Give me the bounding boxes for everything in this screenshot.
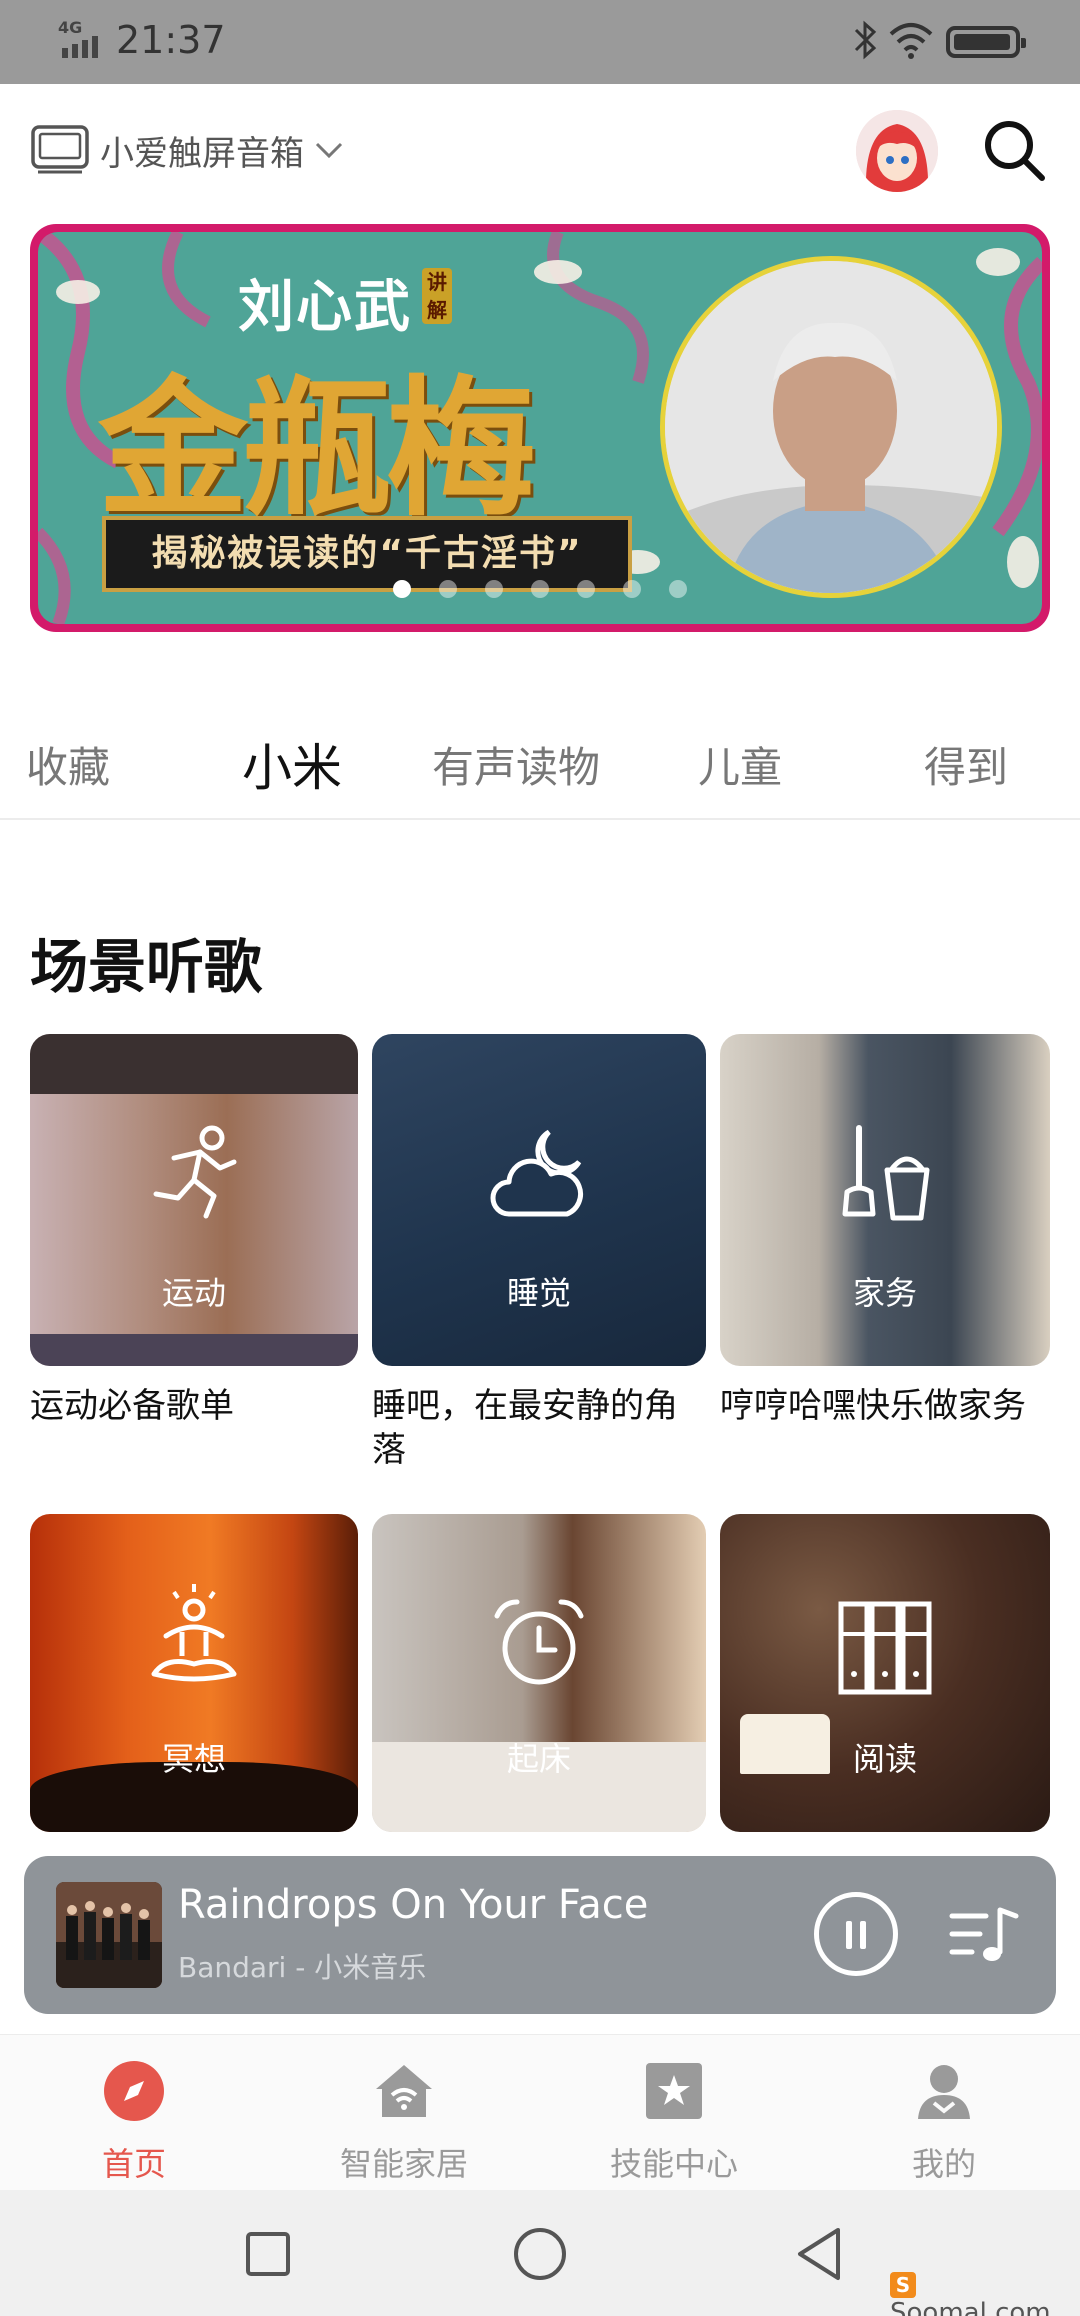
scene-caption: 哼哼哈嘿快乐做家务 xyxy=(720,1386,1026,1426)
scene-card-housework[interactable]: 家务 哼哼哈嘿快乐做家务 xyxy=(720,1034,1050,1428)
status-time: 21:37 xyxy=(116,18,226,62)
compass-icon xyxy=(104,2061,164,2121)
section-title: 场景听歌 xyxy=(30,933,263,1001)
device-name: 小爱触屏音箱 xyxy=(100,133,304,174)
watermark-text: Soomal.com xyxy=(890,2298,1051,2316)
banner-dot[interactable] xyxy=(623,580,641,598)
home-circle-icon[interactable] xyxy=(512,2226,568,2282)
smart-home-icon xyxy=(376,2065,432,2117)
search-icon[interactable] xyxy=(980,116,1048,184)
scene-card-meditation[interactable]: 冥想 xyxy=(30,1514,358,1850)
tab-favorites[interactable]: 收藏 xyxy=(26,734,110,795)
banner-dot[interactable] xyxy=(485,580,503,598)
avatar[interactable] xyxy=(856,110,938,192)
mini-player[interactable]: Raindrops On Your Face Bandari - 小米音乐 xyxy=(24,1856,1056,2014)
banner-dot[interactable] xyxy=(393,580,411,598)
scene-caption: 睡吧，在最安静的角落 xyxy=(372,1386,678,1471)
nav-smart-home[interactable]: 智能家居 xyxy=(304,2053,504,2183)
scene-card-wakeup[interactable]: 起床 xyxy=(372,1514,706,1850)
banner-subtitle: 揭秘被误读的“千古淫书” xyxy=(151,533,583,574)
song-artist: Bandari - 小米音乐 xyxy=(178,1951,427,1984)
scene-card-exercise[interactable]: 运动 运动必备歌单 xyxy=(30,1034,358,1428)
tab-xiaomi[interactable]: 小米 xyxy=(242,728,342,800)
scene-label: 阅读 xyxy=(852,1740,917,1778)
display-speaker-icon xyxy=(31,125,89,174)
status-bar: 4G 21:37 xyxy=(0,0,1080,84)
scene-label: 睡觉 xyxy=(506,1274,571,1312)
scene-image: 阅读 xyxy=(720,1514,1050,1832)
running-icon xyxy=(153,1125,237,1219)
nav-label: 首页 xyxy=(101,2145,166,2183)
scene-label: 冥想 xyxy=(161,1740,226,1778)
pause-icon xyxy=(846,1921,852,1949)
meditation-icon xyxy=(151,1584,237,1682)
banner-portrait xyxy=(660,256,1002,598)
scene-image: 家务 xyxy=(720,1034,1050,1366)
banner-author-badge: 讲解 xyxy=(422,268,452,324)
bookshelf-icon xyxy=(838,1601,932,1695)
tab-dedao[interactable]: 得到 xyxy=(924,734,1008,795)
nav-label: 智能家居 xyxy=(339,2145,468,2183)
pause-icon xyxy=(860,1921,866,1949)
wifi-icon xyxy=(889,23,933,59)
bluetooth-icon xyxy=(854,20,877,60)
banner-pagination xyxy=(38,580,1042,598)
battery-icon xyxy=(946,26,1026,58)
nav-label: 我的 xyxy=(911,2145,976,2183)
banner-title: 金瓶梅 xyxy=(98,361,536,537)
skill-star-icon xyxy=(646,2063,702,2119)
banner-dot[interactable] xyxy=(531,580,549,598)
scene-image: 冥想 xyxy=(30,1514,358,1832)
nav-home[interactable]: 首页 xyxy=(34,2053,234,2183)
back-icon[interactable] xyxy=(792,2226,848,2282)
bottom-nav: 首页 智能家居 技能中心 我的 xyxy=(0,2034,1080,2190)
banner-background: 刘心武 讲解 金瓶梅 揭秘被误读的“千古淫书” xyxy=(38,232,1042,624)
scene-image: 起床 xyxy=(372,1514,706,1832)
promo-banner[interactable]: 刘心武 讲解 金瓶梅 揭秘被误读的“千古淫书” xyxy=(30,224,1050,632)
pause-button[interactable] xyxy=(814,1892,898,1976)
album-art[interactable] xyxy=(56,1882,162,1988)
tab-audiobooks[interactable]: 有声读物 xyxy=(432,734,600,795)
alarm-clock-icon xyxy=(494,1599,584,1685)
playlist-icon[interactable] xyxy=(946,1896,1022,1972)
moon-cloud-icon xyxy=(490,1129,584,1217)
tab-children[interactable]: 儿童 xyxy=(698,734,782,795)
nav-label: 技能中心 xyxy=(609,2145,738,2183)
banner-dot[interactable] xyxy=(669,580,687,598)
banner-dot[interactable] xyxy=(577,580,595,598)
nav-skills[interactable]: 技能中心 xyxy=(574,2053,774,2183)
scene-image: 睡觉 xyxy=(372,1034,706,1366)
recent-apps-icon[interactable] xyxy=(240,2226,296,2282)
scene-label: 运动 xyxy=(161,1274,226,1312)
nav-profile[interactable]: 我的 xyxy=(844,2053,1044,2183)
scene-label: 家务 xyxy=(852,1274,917,1312)
profile-icon xyxy=(918,2065,970,2119)
scene-caption: 运动必备歌单 xyxy=(30,1386,234,1426)
device-selector[interactable]: 小爱触屏音箱 xyxy=(30,118,344,182)
watermark-logo: S xyxy=(890,2272,916,2298)
banner-dot[interactable] xyxy=(439,580,457,598)
chevron-down-icon xyxy=(315,142,343,159)
category-tabs: 收藏 小米 有声读物 儿童 得到 xyxy=(0,710,1080,820)
scene-label: 起床 xyxy=(506,1740,571,1778)
scene-image: 运动 xyxy=(30,1034,358,1366)
song-title: Raindrops On Your Face xyxy=(178,1882,649,1928)
scene-card-sleep[interactable]: 睡觉 睡吧，在最安静的角落 xyxy=(372,1034,706,1472)
signal-icon xyxy=(62,36,98,58)
watermark: SSoomal.com xyxy=(890,2266,1080,2316)
scene-card-reading[interactable]: 阅读 xyxy=(720,1514,1050,1850)
mop-bucket-icon xyxy=(842,1125,930,1221)
